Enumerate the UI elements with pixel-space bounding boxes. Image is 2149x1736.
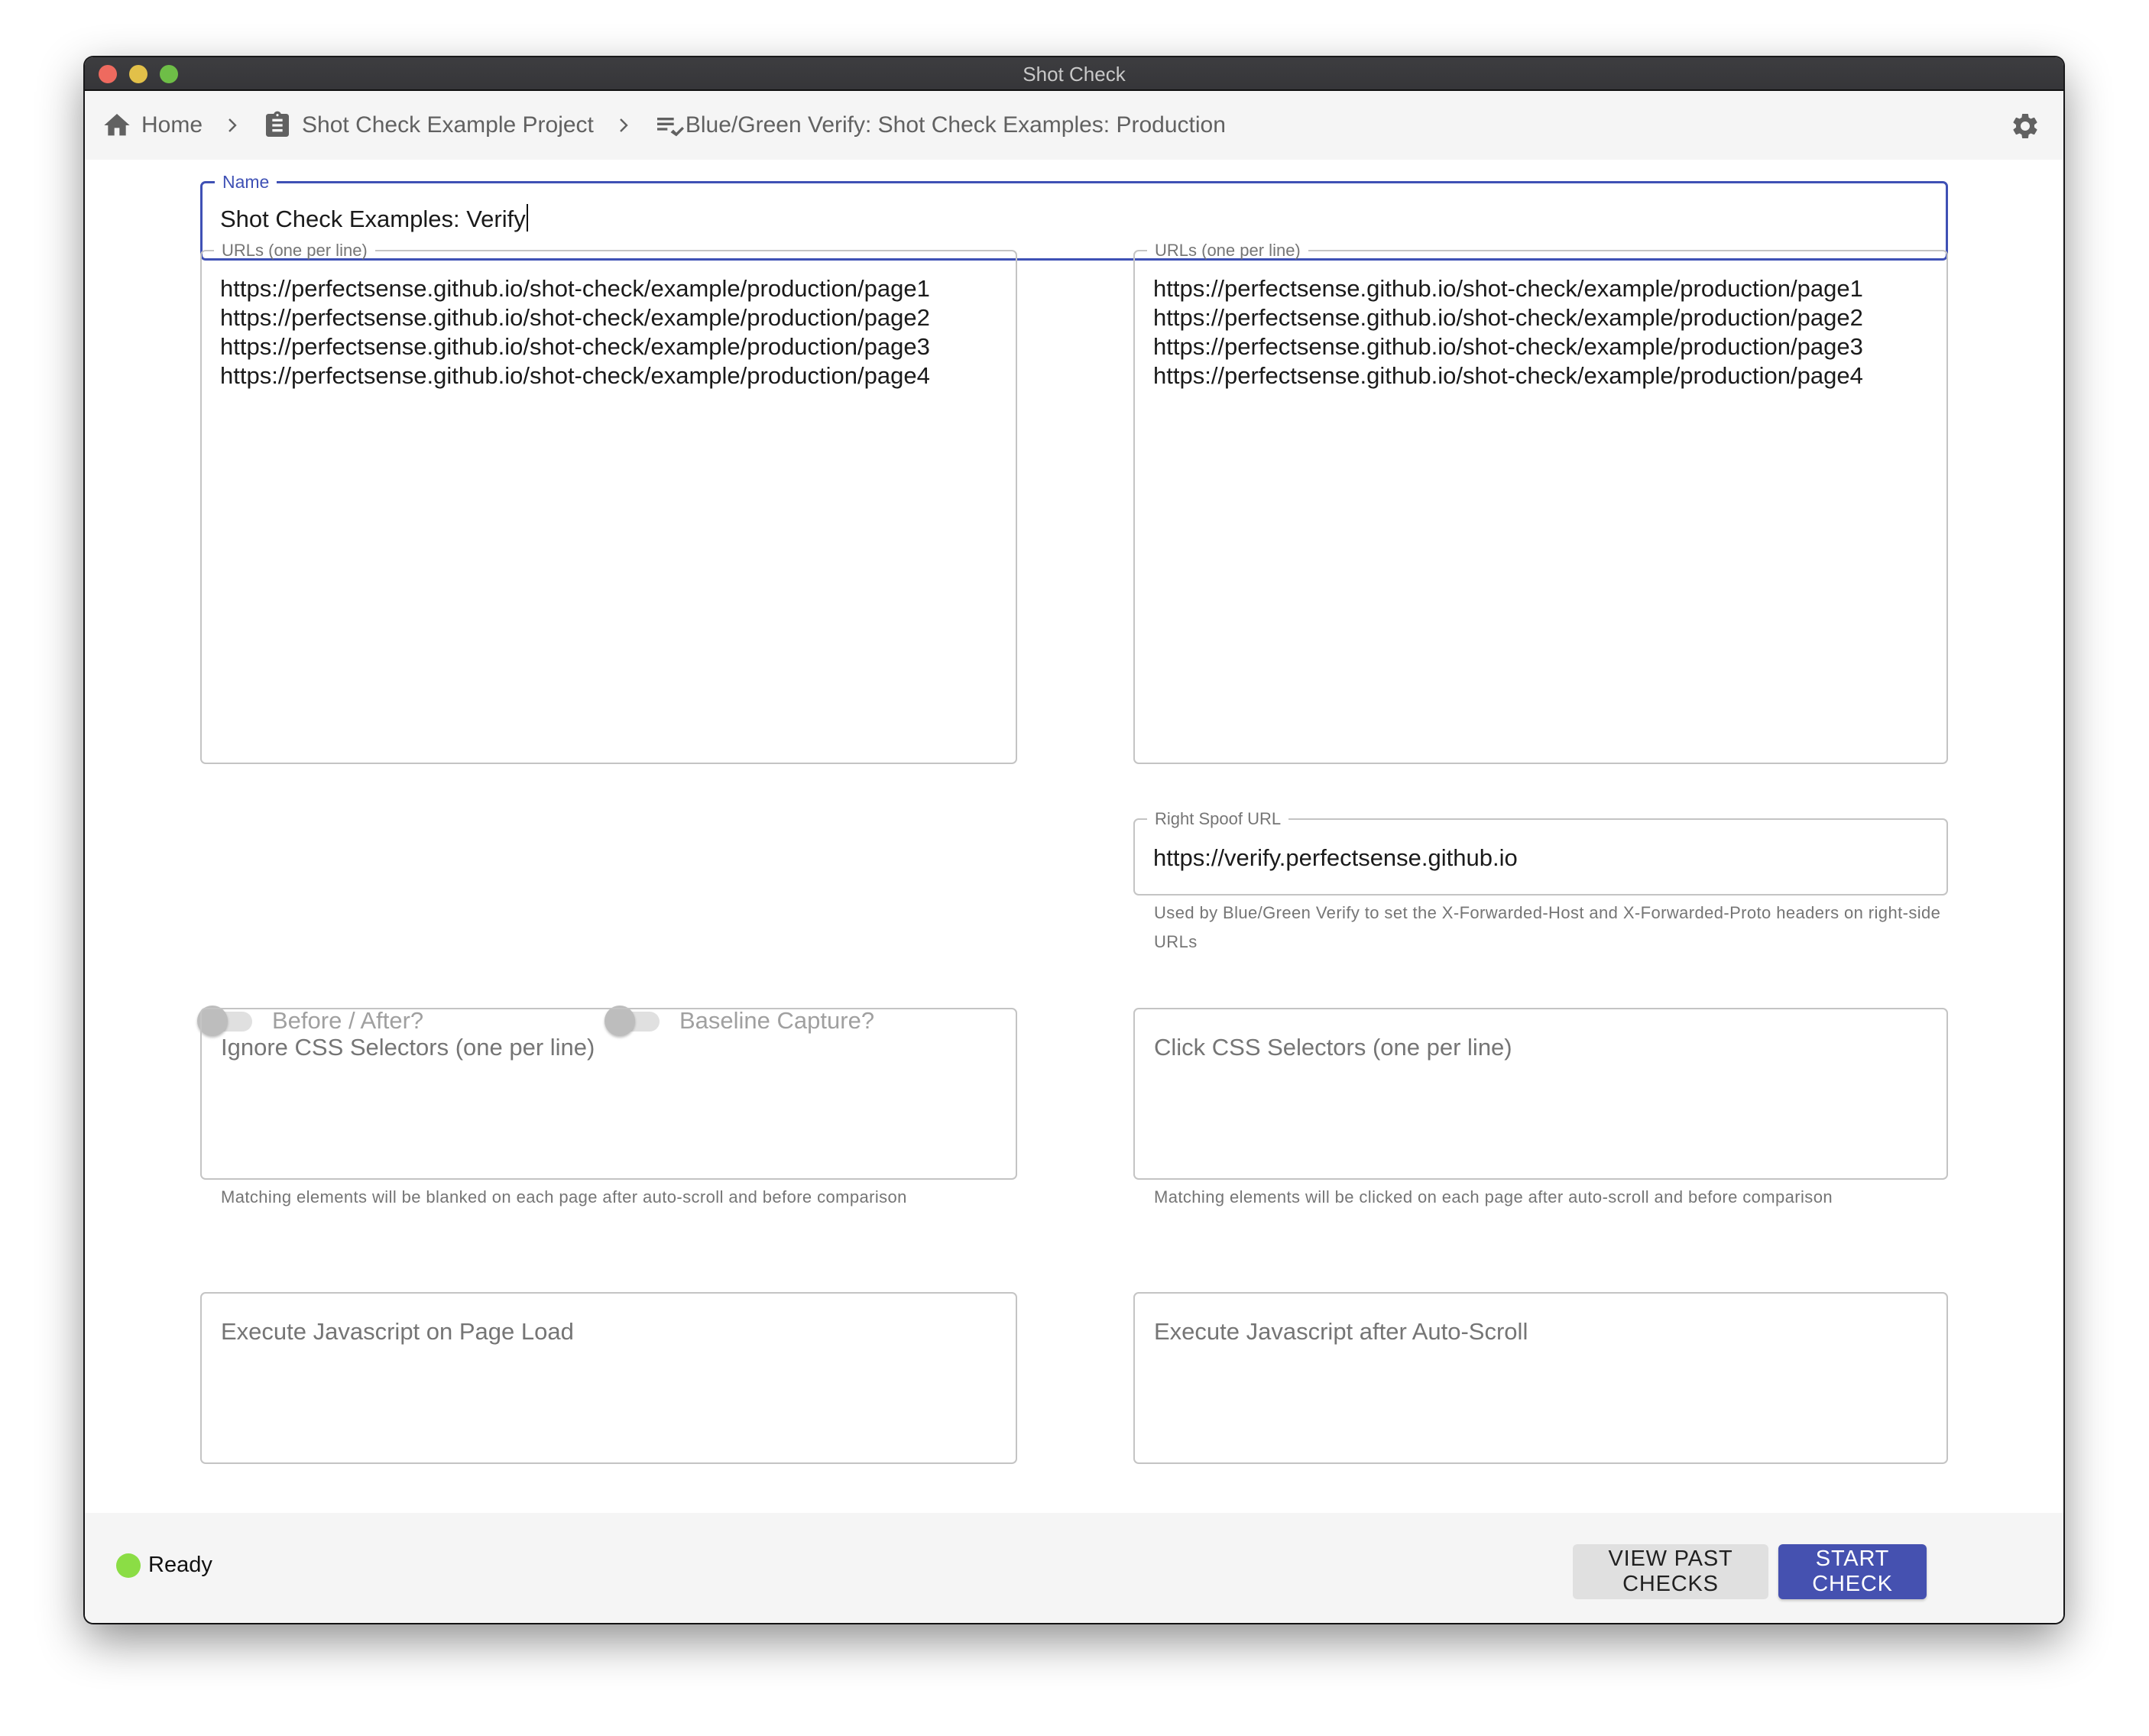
breadcrumb-home[interactable]: Home <box>102 110 203 141</box>
ignore-selectors-field: Ignore CSS Selectors (one per line) <box>200 1008 1017 1180</box>
name-input[interactable]: Shot Check Examples: Verify <box>220 204 1928 235</box>
app-window: Shot Check Home Shot Check Example Proje… <box>85 57 2063 1623</box>
status-text: Ready <box>148 1553 212 1577</box>
right-urls-field: URLs (one per line) <box>1133 233 1948 764</box>
left-urls-label: URLs (one per line) <box>222 241 368 260</box>
breadcrumb-project[interactable]: Shot Check Example Project <box>262 110 594 141</box>
js-page-load-textarea[interactable] <box>220 1310 997 1452</box>
right-spoof-url-label: Right Spoof URL <box>1155 809 1282 828</box>
breadcrumb-label: Blue/Green Verify: Shot Check Examples: … <box>685 112 1226 138</box>
window-title: Shot Check <box>1023 63 1126 86</box>
right-urls-label: URLs (one per line) <box>1155 241 1301 260</box>
ignore-selectors-helper: Matching elements will be blanked on eac… <box>221 1187 907 1206</box>
breadcrumb: Home Shot Check Example Project Blue/Gre… <box>102 91 1226 160</box>
status-dot-icon <box>116 1553 141 1578</box>
gear-icon <box>2013 114 2037 138</box>
view-past-checks-button[interactable]: View Past Checks <box>1573 1544 1768 1599</box>
js-after-scroll-field: Execute Javascript after Auto-Scroll <box>1133 1292 1948 1464</box>
ignore-selectors-textarea[interactable] <box>220 1026 997 1168</box>
title-bar: Shot Check <box>85 57 2063 91</box>
start-check-button[interactable]: Start Check <box>1778 1544 1927 1599</box>
right-spoof-url-field: Right Spoof URL <box>1133 802 1948 896</box>
breadcrumb-label: Shot Check Example Project <box>302 112 594 138</box>
js-page-load-field: Execute Javascript on Page Load <box>200 1292 1017 1464</box>
right-spoof-url-helper: Used by Blue/Green Verify to set the X-F… <box>1154 903 1941 951</box>
settings-button[interactable] <box>2010 111 2040 141</box>
click-selectors-helper: Matching elements will be clicked on eac… <box>1154 1187 1833 1206</box>
js-after-scroll-textarea[interactable] <box>1153 1310 1928 1452</box>
breadcrumb-label: Home <box>141 112 203 138</box>
name-field-label: Name <box>222 172 270 192</box>
app-header: Home Shot Check Example Project Blue/Gre… <box>85 91 2063 160</box>
click-selectors-textarea[interactable] <box>1153 1026 1928 1168</box>
text-caret <box>526 204 528 232</box>
chevron-right-icon <box>615 114 634 137</box>
name-input-value: Shot Check Examples: Verify <box>220 206 526 232</box>
breadcrumb-check[interactable]: Blue/Green Verify: Shot Check Examples: … <box>653 110 1226 141</box>
status-indicator: Ready <box>116 1553 212 1578</box>
clipboard-icon <box>262 110 293 141</box>
right-urls-textarea[interactable] <box>1153 274 1928 749</box>
left-urls-textarea[interactable] <box>220 274 997 749</box>
checklist-icon <box>653 110 684 141</box>
form-content: Name Shot Check Examples: Verify URLs (o… <box>85 160 2063 1513</box>
right-spoof-url-input[interactable] <box>1153 843 1928 873</box>
home-icon <box>102 110 132 141</box>
left-urls-field: URLs (one per line) <box>200 233 1017 764</box>
click-selectors-field: Click CSS Selectors (one per line) <box>1133 1008 1948 1180</box>
chevron-right-icon <box>224 114 242 137</box>
footer-bar: Ready View Past Checks Start Check <box>85 1513 2063 1623</box>
